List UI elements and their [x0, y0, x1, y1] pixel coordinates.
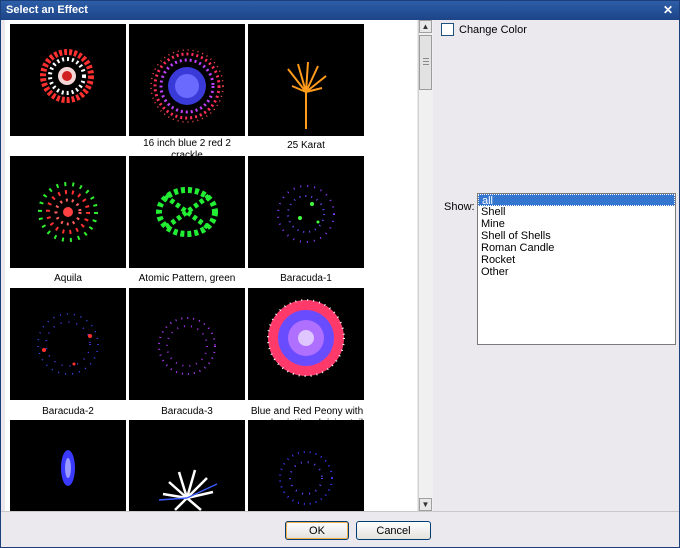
effect-thumbnail[interactable] — [10, 24, 126, 136]
show-item-rocket[interactable]: Rocket — [478, 254, 675, 266]
show-item-roman-candle[interactable]: Roman Candle — [478, 242, 675, 254]
show-item-other[interactable]: Other — [478, 266, 675, 278]
effect-thumbnail[interactable] — [248, 156, 364, 268]
scroll-thumb[interactable] — [419, 35, 432, 90]
grip-line — [423, 64, 429, 65]
effect-gallery: 16 inch blue 2 red 2 crackle 25 Karat — [5, 20, 417, 511]
dialog-title: Select an Effect — [6, 4, 88, 16]
options-panel: Change Color Show: all Shell Mine Shell … — [433, 20, 679, 511]
effect-label: Baracuda-3 — [129, 406, 245, 418]
effect-label: Baracuda-1 — [248, 273, 364, 285]
effect-label: Baracuda-2 — [10, 406, 126, 418]
effect-thumbnail[interactable] — [129, 288, 245, 400]
effect-thumbnail[interactable] — [10, 420, 126, 511]
effect-thumbnail[interactable] — [129, 420, 245, 511]
select-effect-dialog: Select an Effect ✕ 16 inch blue 2 red 2 … — [0, 0, 680, 548]
dialog-buttons: OK Cancel — [1, 511, 679, 548]
show-item-mine[interactable]: Mine — [478, 218, 675, 230]
scroll-down-icon[interactable]: ▼ — [419, 498, 432, 511]
title-bar: Select an Effect ✕ — [1, 1, 679, 20]
show-item-shell[interactable]: Shell — [478, 206, 675, 218]
effect-label: Atomic Pattern, green — [129, 273, 245, 285]
gallery-scrollbar[interactable]: ▲ ▼ — [418, 20, 433, 511]
grip-line — [423, 61, 429, 62]
close-icon[interactable]: ✕ — [661, 3, 675, 17]
cancel-button[interactable]: Cancel — [356, 521, 431, 540]
effect-label: 25 Karat — [248, 140, 364, 152]
effect-thumbnail[interactable] — [129, 24, 245, 136]
effect-thumbnail[interactable] — [10, 156, 126, 268]
effect-thumbnail[interactable] — [248, 288, 364, 400]
show-filter-listbox[interactable]: all Shell Mine Shell of Shells Roman Can… — [477, 193, 676, 345]
ok-button[interactable]: OK — [285, 521, 349, 540]
change-color-checkbox[interactable] — [441, 23, 454, 36]
effect-thumbnail[interactable] — [248, 24, 364, 136]
grip-line — [423, 58, 429, 59]
effect-thumbnail[interactable] — [129, 156, 245, 268]
effect-thumbnail[interactable] — [248, 420, 364, 511]
change-color-label: Change Color — [459, 23, 527, 36]
show-item-shell-of-shells[interactable]: Shell of Shells — [478, 230, 675, 242]
scroll-up-icon[interactable]: ▲ — [419, 20, 432, 33]
effect-label: Aquila — [10, 273, 126, 285]
show-item-all[interactable]: all — [478, 194, 675, 207]
change-color-option[interactable]: Change Color — [441, 23, 527, 36]
effect-thumbnail[interactable] — [10, 288, 126, 400]
show-label: Show: — [444, 201, 475, 213]
